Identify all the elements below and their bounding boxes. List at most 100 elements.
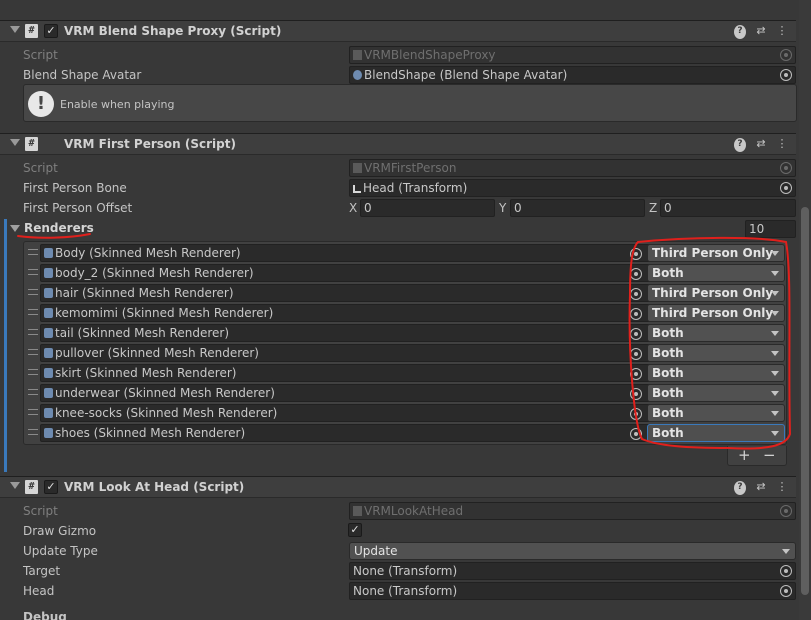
menu-icon[interactable]: ⋮ [776,24,788,38]
first-person-flag-dropdown[interactable]: Both [647,424,785,442]
object-picker-icon[interactable] [630,328,642,340]
renderer-list-item[interactable]: pullover (Skinned Mesh Renderer) Both [24,343,786,363]
remove-element-button[interactable]: − [763,446,776,464]
skinned-mesh-renderer-icon [44,268,53,278]
add-element-button[interactable]: + [738,446,751,464]
drag-handle-icon[interactable] [28,429,38,435]
renderer-field[interactable]: hair (Skinned Mesh Renderer) [40,284,652,302]
menu-icon[interactable]: ⋮ [776,137,788,151]
renderer-field[interactable]: kemomimi (Skinned Mesh Renderer) [40,304,652,322]
object-picker-icon[interactable] [630,268,642,280]
drag-handle-icon[interactable] [28,389,38,395]
object-picker-icon[interactable] [780,565,792,577]
head-field[interactable]: None (Transform) [349,582,796,600]
drag-handle-icon[interactable] [28,409,38,415]
renderers-label[interactable]: Renderers [24,221,94,235]
renderer-field[interactable]: knee-socks (Skinned Mesh Renderer) [40,404,652,422]
offset-x-input[interactable]: 0 [360,199,495,217]
offset-z-input[interactable]: 0 [660,199,796,217]
object-picker-icon[interactable] [630,388,642,400]
renderer-name: underwear (Skinned Mesh Renderer) [55,386,275,400]
blend-shape-avatar-field[interactable]: BlendShape (Blend Shape Avatar) [349,66,796,84]
offset-y-label[interactable]: Y [499,201,506,215]
transform-icon [353,185,361,193]
object-picker-icon[interactable] [630,368,642,380]
renderer-field[interactable]: tail (Skinned Mesh Renderer) [40,324,652,342]
object-picker-icon[interactable] [630,408,642,420]
drag-handle-icon[interactable] [28,309,38,315]
menu-icon[interactable]: ⋮ [776,480,788,494]
chevron-down-icon [771,411,779,416]
renderers-count-input[interactable]: 10 [745,220,796,238]
presets-icon[interactable]: ⇄ [755,24,767,38]
first-person-flag-dropdown[interactable]: Both [647,404,785,422]
object-picker-icon[interactable] [780,182,792,194]
renderers-fold-arrow-icon[interactable] [10,225,20,232]
enable-checkbox[interactable]: ✓ [44,24,58,38]
fold-arrow-icon[interactable] [10,26,20,33]
fold-arrow-icon[interactable] [10,139,20,146]
debug-foldout[interactable]: Debug [23,610,67,620]
drag-handle-icon[interactable] [28,269,38,275]
renderer-list-item[interactable]: kemomimi (Skinned Mesh Renderer) Third Pe… [24,303,786,323]
drag-handle-icon[interactable] [28,349,38,355]
help-icon[interactable]: ? [734,25,746,39]
first-person-flag-dropdown[interactable]: Third Person Only [647,244,785,262]
fold-arrow-icon[interactable] [10,482,20,489]
help-icon[interactable]: ? [734,138,746,152]
renderer-field[interactable]: Body (Skinned Mesh Renderer) [40,244,652,262]
renderer-field[interactable]: pullover (Skinned Mesh Renderer) [40,344,652,362]
renderer-field[interactable]: skirt (Skinned Mesh Renderer) [40,364,652,382]
first-person-flag-value: Both [652,326,684,340]
first-person-flag-dropdown[interactable]: Both [647,384,785,402]
first-person-bone-field[interactable]: Head (Transform) [349,179,796,197]
renderer-field[interactable]: shoes (Skinned Mesh Renderer) [40,424,652,442]
renderer-list-item[interactable]: knee-socks (Skinned Mesh Renderer) Both [24,403,786,423]
list-footer: + − [727,446,787,466]
renderer-list-item[interactable]: body_2 (Skinned Mesh Renderer) Both [24,263,786,283]
object-picker-icon[interactable] [630,428,642,440]
first-person-header[interactable]: # VRM First Person (Script) ? ⇄ ⋮ [0,133,796,155]
first-person-flag-dropdown[interactable]: Both [647,364,785,382]
head-value: None (Transform) [353,584,458,598]
renderer-list-item[interactable]: shoes (Skinned Mesh Renderer) Both [24,423,786,443]
first-person-flag-dropdown[interactable]: Third Person Only [647,304,785,322]
skinned-mesh-renderer-icon [44,248,53,258]
drag-handle-icon[interactable] [28,289,38,295]
blend-shape-proxy-header[interactable]: # ✓ VRM Blend Shape Proxy (Script) ? ⇄ ⋮ [0,20,796,42]
drag-handle-icon[interactable] [28,369,38,375]
presets-icon[interactable]: ⇄ [755,480,767,494]
renderer-list-item[interactable]: skirt (Skinned Mesh Renderer) Both [24,363,786,383]
drag-handle-icon[interactable] [28,329,38,335]
object-picker-icon[interactable] [780,585,792,597]
object-picker-icon[interactable] [630,288,642,300]
draw-gizmo-checkbox[interactable]: ✓ [348,523,362,537]
offset-y-input[interactable]: 0 [510,199,645,217]
object-picker-icon[interactable] [630,308,642,320]
first-person-flag-dropdown[interactable]: Both [647,264,785,282]
first-person-flag-dropdown[interactable]: Both [647,344,785,362]
first-person-flag-dropdown[interactable]: Third Person Only [647,284,785,302]
skinned-mesh-renderer-icon [44,408,53,418]
renderer-list-item[interactable]: Body (Skinned Mesh Renderer) Third Person… [24,243,786,263]
renderer-field[interactable]: underwear (Skinned Mesh Renderer) [40,384,652,402]
presets-icon[interactable]: ⇄ [755,137,767,151]
chevron-down-icon [771,371,779,376]
renderer-list-item[interactable]: underwear (Skinned Mesh Renderer) Both [24,383,786,403]
object-picker-icon[interactable] [630,248,642,260]
help-icon[interactable]: ? [734,481,746,495]
target-field[interactable]: None (Transform) [349,562,796,580]
object-picker-icon[interactable] [780,69,792,81]
renderer-list-item[interactable]: tail (Skinned Mesh Renderer) Both [24,323,786,343]
scrollbar-thumb[interactable] [801,207,809,595]
object-picker-icon[interactable] [630,348,642,360]
offset-x-label[interactable]: X [349,201,357,215]
drag-handle-icon[interactable] [28,249,38,255]
enable-checkbox[interactable]: ✓ [44,480,58,494]
renderer-list-item[interactable]: hair (Skinned Mesh Renderer) Third Person… [24,283,786,303]
renderer-field[interactable]: body_2 (Skinned Mesh Renderer) [40,264,652,282]
offset-z-label[interactable]: Z [649,201,657,215]
update-type-dropdown[interactable]: Update [349,542,796,560]
first-person-flag-dropdown[interactable]: Both [647,324,785,342]
look-at-head-header[interactable]: # ✓ VRM Look At Head (Script) ? ⇄ ⋮ [0,476,796,498]
